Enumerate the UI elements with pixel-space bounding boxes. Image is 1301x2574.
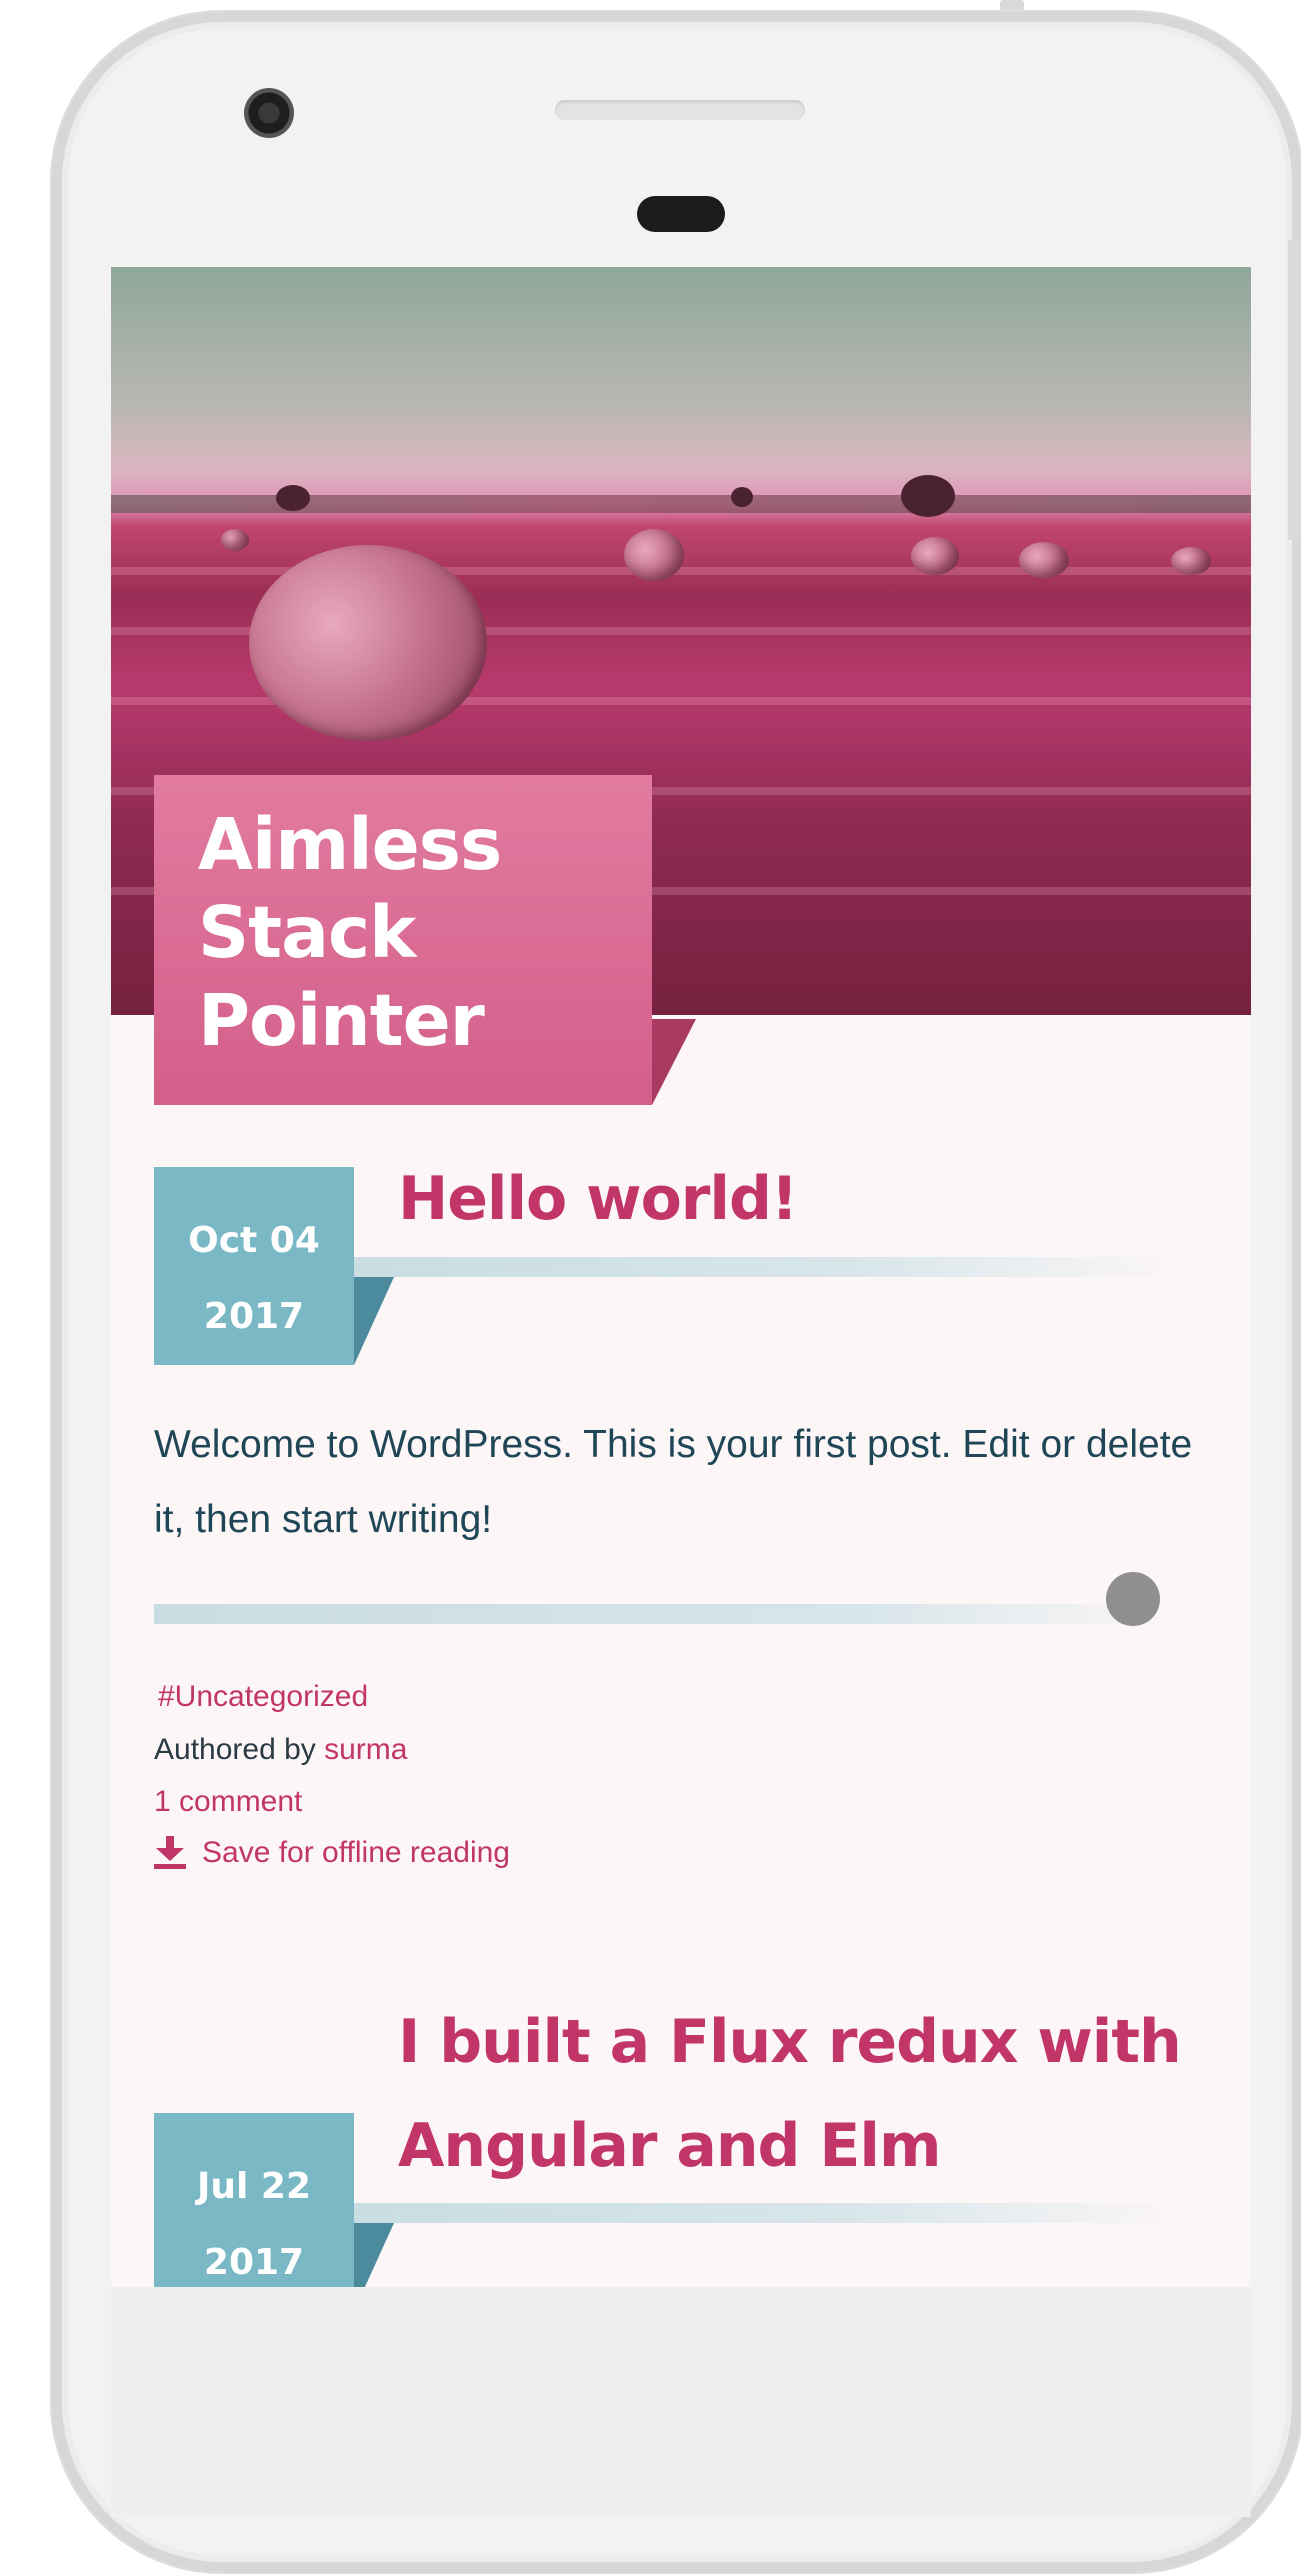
post-title-line: I built a Flux redux with [398, 2007, 1182, 2077]
category-link[interactable]: #Uncategorized [154, 1680, 368, 1713]
hay-bale [1171, 547, 1211, 575]
post-date-year: 2017 [203, 2242, 305, 2283]
download-icon [154, 1836, 186, 1870]
hay-bale [1019, 542, 1069, 578]
post-title-rule [354, 2203, 1184, 2223]
hay-bale [624, 529, 684, 581]
post-date-day: Jul 22 [197, 2166, 311, 2207]
author-prefix: Authored by [154, 1733, 316, 1766]
phone-chin [111, 2287, 1251, 2517]
post-title[interactable]: I built a Flux redux with Angular and El… [398, 1990, 1182, 2198]
hay-bale [911, 537, 959, 575]
post-date-fold [354, 1277, 394, 1365]
reading-progress-knob[interactable] [1106, 1572, 1160, 1626]
post-title[interactable]: Hello world! [398, 1147, 798, 1251]
download-tray [154, 1864, 186, 1869]
download-arrow-head [156, 1848, 184, 1861]
post-date-year: 2017 [203, 1296, 305, 1337]
post-date-badge: Oct 04 2017 [154, 1167, 354, 1365]
earpiece [637, 196, 725, 232]
comments-link[interactable]: 1 comment [154, 1785, 302, 1818]
post-date-day: Oct 04 [188, 1220, 320, 1261]
post-author: Authored by surma [154, 1730, 407, 1770]
post-category[interactable]: #Uncategorized [154, 1677, 368, 1717]
post-date-fold [354, 2223, 394, 2287]
post-comments[interactable]: 1 comment [154, 1782, 302, 1822]
device-side-button [1288, 240, 1301, 540]
save-offline-label: Save for offline reading [202, 1836, 510, 1869]
reading-progress-track [154, 1604, 1174, 1624]
speaker-grille [555, 100, 805, 120]
post-title-line: Angular and Elm [398, 2111, 941, 2181]
post-date-badge: Jul 22 2017 [154, 2113, 354, 2287]
screen[interactable]: Aimless Stack Pointer Oct 04 2017 Hello … [111, 267, 1251, 2287]
site-title: Aimless Stack Pointer [198, 801, 608, 1065]
device-mockup: Aimless Stack Pointer Oct 04 2017 Hello … [0, 0, 1301, 2574]
hero-tree [276, 485, 310, 511]
post-title-rule [354, 1257, 1184, 1277]
site-title-line: Pointer [198, 979, 485, 1062]
hero-tree [731, 487, 753, 507]
hay-bale [249, 545, 487, 741]
site-title-line: Aimless [198, 803, 502, 886]
front-camera [244, 88, 294, 138]
site-title-box[interactable]: Aimless Stack Pointer [154, 775, 652, 1105]
hay-bale [221, 529, 249, 551]
site-title-line: Stack [198, 891, 416, 974]
post-excerpt: Welcome to WordPress. This is your first… [154, 1423, 1193, 1541]
save-offline-button[interactable]: Save for offline reading [154, 1833, 510, 1873]
site-title-fold [652, 1019, 696, 1105]
author-link[interactable]: surma [324, 1733, 407, 1766]
hero-tree [901, 475, 955, 517]
